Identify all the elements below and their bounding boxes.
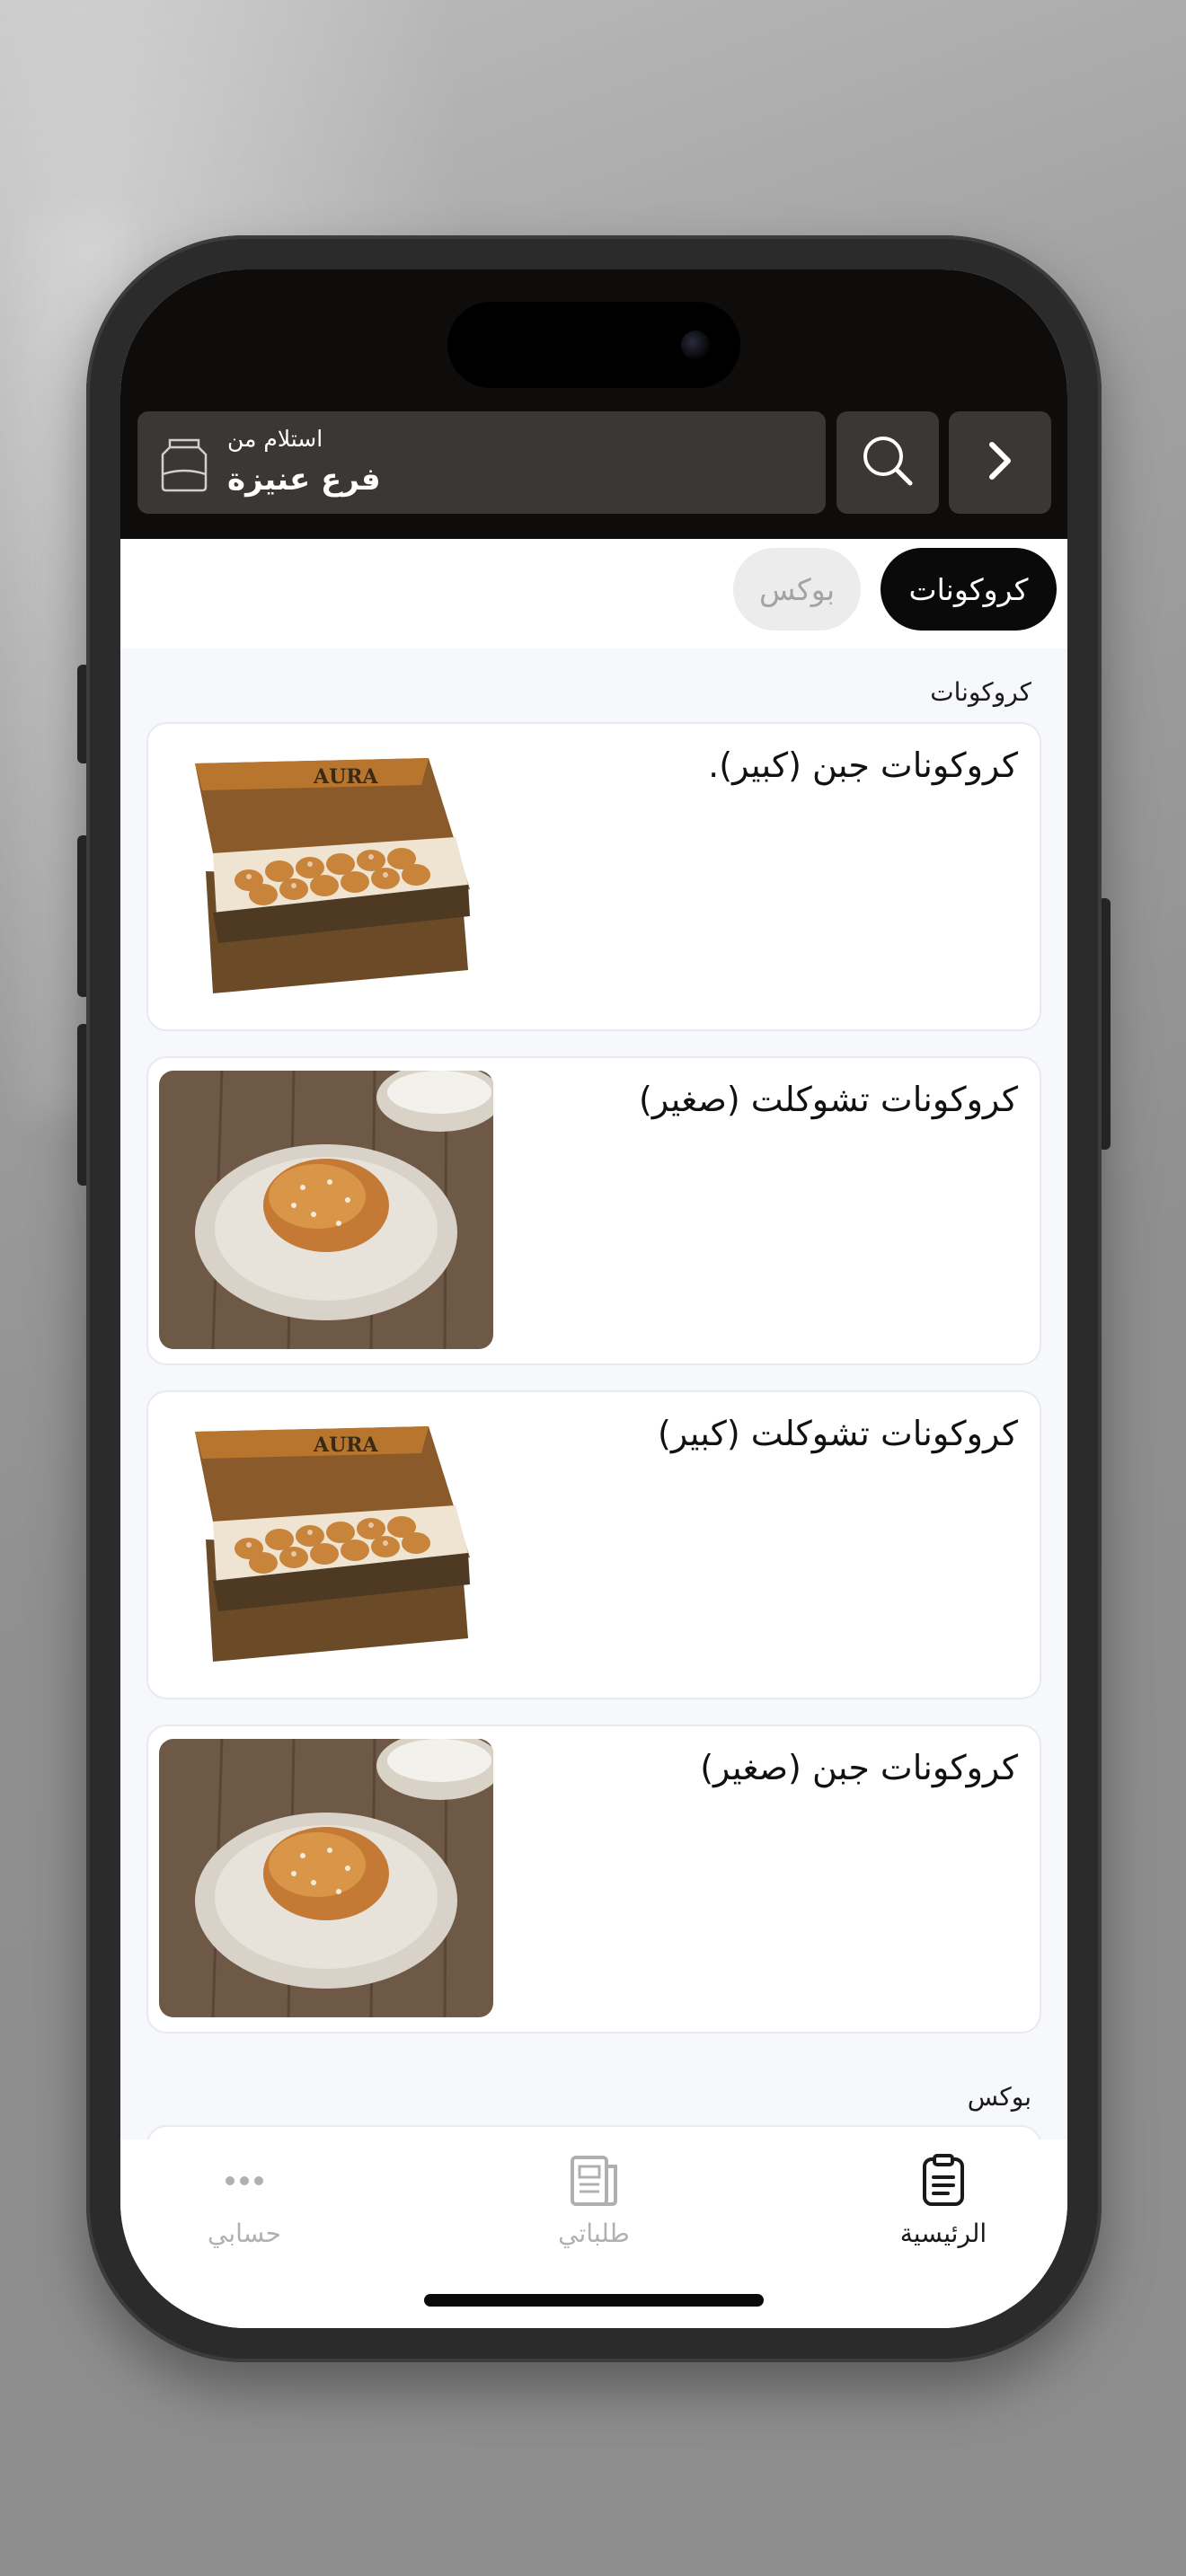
product-name: كروكونات تشوكلت (كبير) — [658, 1414, 1018, 1453]
header-bar: استلام من فرع عنيزة — [120, 269, 1067, 539]
product-card[interactable]: كروكونات تشوكلت (صغير) — [146, 1056, 1041, 1365]
search-button[interactable] — [836, 411, 939, 514]
back-button[interactable] — [949, 411, 1051, 514]
nav-home[interactable]: الرئيسية — [845, 2154, 1042, 2248]
tab-box[interactable]: بوكس — [733, 548, 861, 631]
dynamic-island — [447, 302, 740, 388]
product-image: AURA — [159, 737, 493, 1015]
camera-icon — [681, 331, 710, 359]
home-indicator[interactable] — [424, 2294, 764, 2307]
product-card[interactable]: كروكونات جبن (كبير). AURA — [146, 722, 1041, 1031]
product-image — [159, 1739, 493, 2017]
clipboard-icon — [921, 2154, 966, 2211]
box-brand-text: AURA — [313, 1434, 379, 1457]
pickup-label: استلام من — [227, 426, 323, 452]
section-title-crokonat: كروكونات — [930, 677, 1031, 707]
product-card[interactable]: كروكونات تشوكلت (كبير) AURA — [146, 1390, 1041, 1699]
pickup-branch-name: فرع عنيزة — [227, 462, 381, 498]
category-tabs: كروكونات بوكس — [120, 539, 1067, 648]
nav-orders-label: طلباتي — [558, 2219, 630, 2248]
product-image: AURA — [159, 1405, 493, 1683]
app-screen: استلام من فرع عنيزة كروكونات بوكس كروكون… — [120, 269, 1067, 2328]
orders-icon — [567, 2156, 621, 2211]
nav-account-label: حسابي — [208, 2219, 281, 2248]
nav-account[interactable]: حسابي — [146, 2154, 343, 2248]
product-name: كروكونات جبن (كبير). — [708, 745, 1018, 785]
product-name: كروكونات جبن (صغير) — [700, 1748, 1018, 1787]
pickup-branch-selector[interactable]: استلام من فرع عنيزة — [137, 411, 826, 514]
product-card-partial[interactable] — [146, 2125, 1041, 2139]
nav-orders[interactable]: طلباتي — [495, 2154, 693, 2248]
more-dots-icon — [217, 2176, 271, 2211]
product-card[interactable]: كروكونات جبن (صغير) — [146, 1725, 1041, 2033]
bag-icon — [157, 435, 211, 498]
nav-home-label: الرئيسية — [899, 2219, 987, 2248]
product-name: كروكونات تشوكلت (صغير) — [639, 1080, 1018, 1119]
chevron-right-icon — [978, 434, 1022, 491]
section-title-box: بوكس — [967, 2082, 1031, 2112]
product-image — [159, 1071, 493, 1349]
search-icon — [856, 429, 919, 496]
tab-crokonat[interactable]: كروكونات — [881, 548, 1057, 631]
product-list[interactable]: كروكونات كروكونات جبن (كبير). AURA كروكو… — [120, 648, 1067, 2139]
box-brand-text: AURA — [313, 765, 379, 789]
